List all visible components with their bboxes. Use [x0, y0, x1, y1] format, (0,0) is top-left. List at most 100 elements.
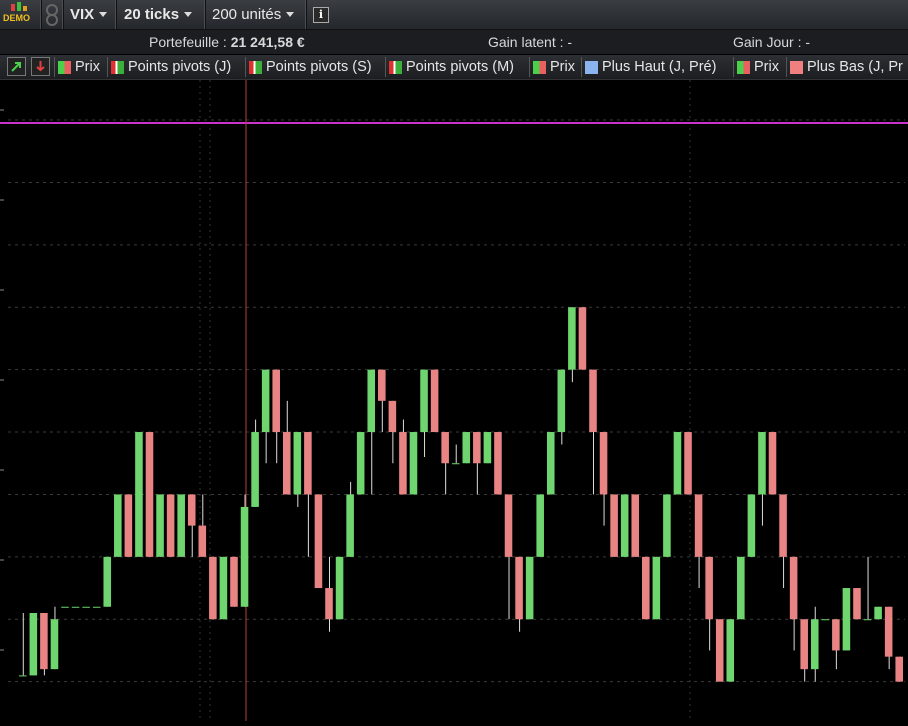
- candle-body: [568, 307, 576, 370]
- candle-body: [483, 432, 492, 464]
- arrow-down-icon: [36, 61, 45, 72]
- candle-body: [515, 556, 523, 620]
- latent-gain: Gain latent : -: [488, 34, 572, 50]
- swatch-icon: [249, 60, 262, 74]
- candle-body: [631, 494, 640, 557]
- link-button[interactable]: [41, 0, 64, 29]
- candle-body: [789, 556, 798, 620]
- candle-body: [230, 556, 238, 607]
- candle-body: [219, 556, 228, 620]
- chevron-down-icon: [184, 12, 193, 17]
- day-gain: Gain Jour : -: [733, 34, 810, 50]
- legend-item-price-3[interactable]: Prix: [733, 57, 779, 77]
- candle-body: [546, 432, 555, 495]
- legend-item-high[interactable]: Plus Haut (J, Pré): [581, 57, 716, 77]
- candle-body: [768, 432, 777, 495]
- candle-body: [737, 556, 745, 620]
- swatch-icon: [389, 60, 402, 74]
- candle-body: [409, 432, 418, 495]
- candle-body: [779, 494, 787, 557]
- candle-body: [135, 432, 143, 557]
- candle-body: [166, 494, 175, 557]
- price-chart[interactable]: [0, 80, 908, 721]
- candle-body: [832, 619, 840, 651]
- candle-body: [92, 606, 101, 608]
- portfolio-label: Portefeuille :: [149, 34, 227, 50]
- candle-body: [240, 506, 249, 607]
- candle-body: [473, 432, 481, 464]
- units-label: 200 unités: [212, 6, 282, 23]
- legend-item-pivot-monthly[interactable]: Points pivots (M): [385, 57, 514, 77]
- units-select[interactable]: 200 unités: [206, 0, 307, 29]
- candle-body: [187, 494, 196, 526]
- legend-item-price[interactable]: Prix: [54, 57, 100, 77]
- chart-canvas[interactable]: [0, 80, 908, 721]
- candle-body: [610, 494, 618, 557]
- candle-body: [578, 307, 587, 370]
- candle-body: [430, 369, 439, 433]
- candle-body: [853, 588, 861, 620]
- legend-item-price-2[interactable]: Prix: [529, 57, 575, 77]
- portfolio-value: 21 241,58 €: [230, 34, 305, 50]
- candle-body: [124, 494, 133, 557]
- candle-body: [863, 619, 872, 621]
- portfolio-bar: Portefeuille : 21 241,58 € Gain latent :…: [0, 30, 908, 54]
- legend-item-pivot-daily[interactable]: Points pivots (J): [107, 57, 231, 77]
- info-button[interactable]: i: [307, 0, 335, 29]
- candle-body: [378, 369, 386, 401]
- swatch-icon: [58, 60, 71, 74]
- candle-body: [293, 432, 302, 495]
- legend-label: Prix: [75, 59, 100, 75]
- sell-button[interactable]: [31, 57, 50, 76]
- candle-body: [747, 494, 756, 557]
- candle-body: [156, 494, 164, 557]
- candle-body: [356, 432, 365, 495]
- candle-body: [304, 432, 312, 495]
- candle-body: [82, 606, 90, 608]
- candle-body: [726, 619, 735, 682]
- candle-body: [874, 606, 882, 620]
- legend-label: Plus Bas (J, Pr: [807, 59, 903, 75]
- legend-label: Plus Haut (J, Pré): [602, 59, 717, 75]
- candle-body: [29, 613, 38, 676]
- candle-body: [420, 369, 428, 433]
- indicator-legend: Prix Points pivots (J) Points pivots (S)…: [0, 55, 908, 80]
- day-label: Gain Jour :: [733, 34, 802, 50]
- candle-body: [103, 556, 112, 607]
- candle-body: [346, 494, 354, 557]
- legend-item-low[interactable]: Plus Bas (J, Pr: [786, 57, 903, 77]
- info-icon: i: [313, 6, 329, 23]
- candle-body: [388, 400, 397, 433]
- swatch-icon: [585, 60, 598, 74]
- candle-body: [61, 606, 69, 608]
- candle-body: [652, 556, 661, 620]
- symbol-select[interactable]: VIX: [63, 0, 117, 29]
- candle-body: [177, 494, 185, 557]
- ticks-select[interactable]: 20 ticks: [117, 0, 206, 29]
- candle-body: [684, 432, 692, 495]
- legend-label: Points pivots (J): [128, 59, 232, 75]
- candle-body: [282, 432, 291, 495]
- candle-body: [494, 432, 502, 495]
- chevron-down-icon: [99, 12, 108, 17]
- candle-body: [451, 463, 460, 465]
- candle-body: [673, 432, 682, 495]
- candle-body: [114, 494, 122, 557]
- candle-body: [441, 432, 449, 464]
- candle-body: [842, 588, 851, 651]
- demo-badge: DEMO: [0, 0, 42, 29]
- buy-button[interactable]: [7, 57, 26, 76]
- legend-label: Prix: [754, 59, 779, 75]
- candle-body: [209, 556, 217, 620]
- legend-label: Points pivots (M): [406, 59, 514, 75]
- candle-body: [314, 494, 323, 589]
- candle-body: [800, 619, 808, 670]
- swatch-icon: [111, 60, 124, 74]
- candle-body: [325, 588, 333, 620]
- legend-item-pivot-weekly[interactable]: Points pivots (S): [245, 57, 372, 77]
- candle-body: [504, 494, 513, 557]
- swatch-icon: [790, 60, 803, 74]
- candle-body: [620, 494, 629, 557]
- candle-body: [821, 619, 830, 621]
- candle-body: [198, 525, 207, 557]
